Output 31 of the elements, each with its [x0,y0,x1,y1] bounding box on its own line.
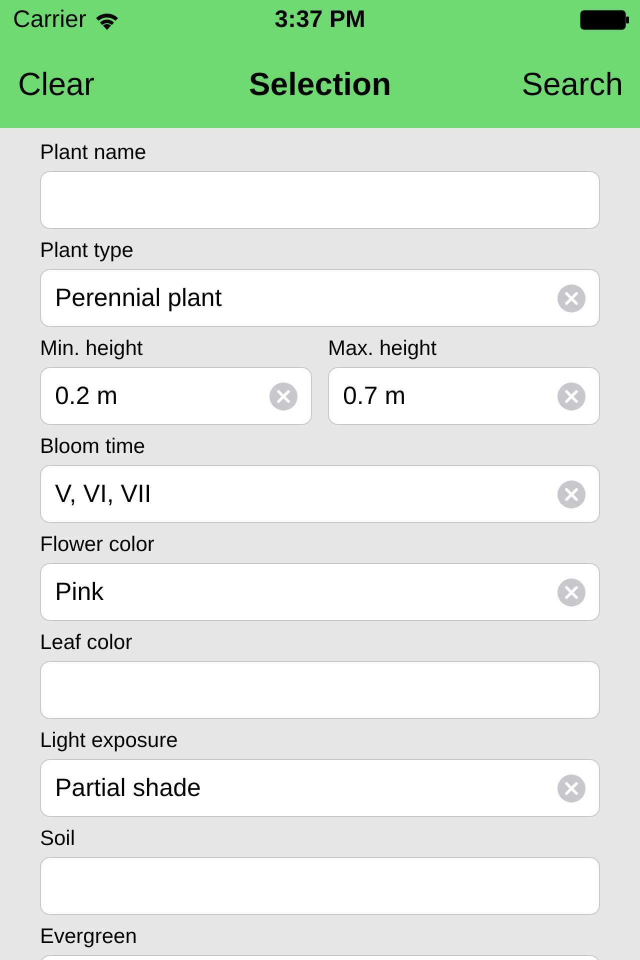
input-field[interactable] [40,857,600,915]
clear-icon[interactable] [557,774,586,802]
input-field[interactable] [40,661,600,719]
input-field[interactable]: 0.7 m [328,367,600,425]
input-field[interactable]: 0.2 m [40,367,312,425]
input-field[interactable]: Partial shade [40,759,600,817]
clear-icon[interactable] [557,480,586,508]
field-label: Evergreen [40,925,137,949]
input-field[interactable] [40,171,600,229]
search-button[interactable]: Search [522,66,623,102]
field-label: Bloom time [40,435,146,459]
input-field[interactable]: Perennial plant [40,269,600,327]
field-label: Soil [40,827,76,851]
screen-title: Selection [248,66,392,102]
input-field[interactable]: V, VI, VII [40,465,600,523]
clear-icon[interactable] [557,578,586,606]
field-label: Min. height [40,337,143,361]
field-label: Max. height [328,337,437,361]
field-label: Flower color [40,533,154,557]
field-label: Plant type [40,239,134,263]
clear-icon[interactable] [557,382,586,410]
clear-button[interactable]: Clear [18,66,94,102]
field-label: Light exposure [40,729,178,753]
field-label: Plant name [40,141,146,165]
clear-icon[interactable] [557,284,586,312]
field-label: Leaf color [40,631,132,655]
input-field[interactable]: Pink [40,563,600,621]
battery-icon [580,10,630,30]
clock-time: 3:37 PM [274,6,366,34]
clear-icon[interactable] [269,382,298,410]
carrier-label: Carrier [13,6,86,34]
